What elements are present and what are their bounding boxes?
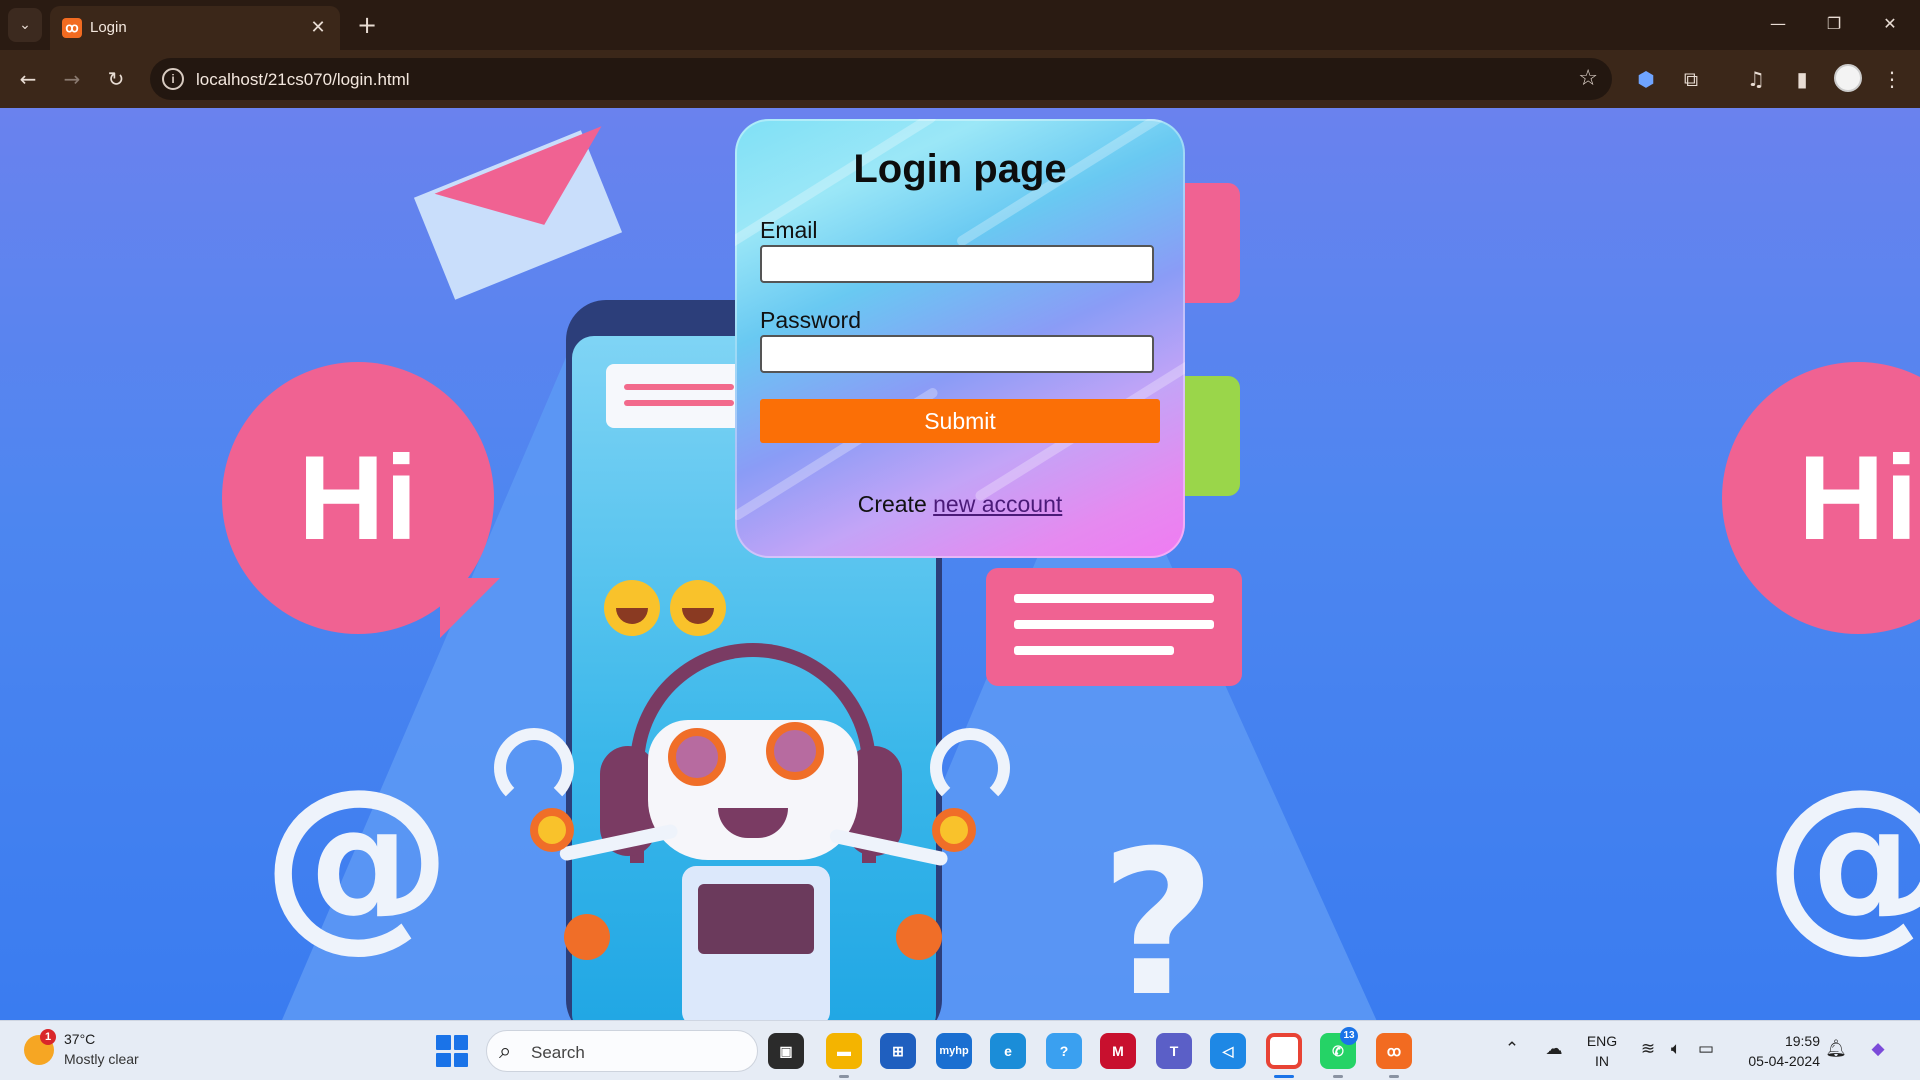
battery-icon[interactable]: ▭ [1694,1037,1718,1061]
create-account-line: Create new account [735,491,1185,518]
extensions-puzzle-icon[interactable]: ⧉ [1675,63,1707,95]
weather-temperature[interactable]: 37°C [64,1031,95,1047]
weather-badge: 1 [40,1029,56,1045]
volume-icon[interactable]: 🔈︎ [1664,1037,1688,1061]
language-indicator-top[interactable]: ENG [1580,1033,1624,1049]
hi-speech-bubble-right: Hi [1722,362,1920,634]
chat-card-message [986,568,1242,686]
xampp-icon[interactable]: ꝏ [1376,1033,1412,1069]
password-label: Password [760,307,861,333]
robot-claw-right [930,728,1010,808]
bookmark-star-icon[interactable]: ☆ [1578,66,1598,91]
microsoft-store-icon[interactable]: ⊞ [880,1033,916,1069]
robot-eye-left [668,728,726,786]
extension-shield-icon[interactable]: ⬢ [1630,63,1662,95]
copilot-app-icon[interactable]: ? [1046,1033,1082,1069]
address-bar[interactable]: i localhost/21cs070/login.html ☆ [150,58,1612,100]
app-running-indicator [1389,1075,1399,1078]
back-icon[interactable]: ← [12,63,44,95]
app-running-indicator [839,1075,849,1078]
email-field[interactable] [760,245,1154,283]
profile-avatar[interactable] [1834,64,1862,92]
message-line [624,400,734,406]
more-menu-icon[interactable]: ⋮ [1876,63,1908,95]
browser-tab-strip: ⌄ ꝏ Login ✕ + — ❐ ✕ [0,0,1920,50]
robot-joint [564,914,610,960]
login-card: Login page Email Password Submit Create … [735,119,1185,558]
search-icon: ⌕ [499,1039,512,1064]
close-icon[interactable]: ✕ [306,16,330,40]
window-close-icon[interactable]: ✕ [1868,8,1912,40]
restore-icon[interactable]: ❐ [1812,8,1856,40]
browser-toolbar: ← → ↻ i localhost/21cs070/login.html ☆ ⬢… [0,50,1920,108]
windows-logo-pane [436,1035,451,1050]
language-indicator-bottom[interactable]: IN [1580,1053,1624,1069]
weather-condition[interactable]: Mostly clear [64,1051,139,1067]
onedrive-cloud-icon[interactable]: ☁ [1542,1037,1566,1061]
windows-logo-pane [436,1052,451,1067]
tab-search-button[interactable]: ⌄ [8,8,42,42]
submit-button[interactable]: Submit [760,399,1160,443]
robot-eye-right [766,722,824,780]
copilot-icon[interactable]: ◆ [1866,1037,1890,1061]
windows-logo-pane [453,1035,468,1050]
message-line [1014,646,1174,655]
at-symbol-icon-right: @ [1764,748,1920,969]
search-placeholder: Search [531,1043,585,1062]
whatsapp-badge: 13 [1340,1027,1358,1045]
myhp-icon[interactable]: myhp [936,1033,972,1069]
robot-chest-panel [698,884,814,954]
chevron-up-icon[interactable]: ⌃ [1500,1037,1524,1061]
robot-shoulder-joint [530,808,574,852]
phone-message-card [606,364,746,428]
wifi-icon[interactable]: ≋ [1636,1037,1660,1061]
robot-shoulder-joint [932,808,976,852]
forward-icon[interactable]: → [56,63,88,95]
chevron-down-icon: ⌄ [19,17,31,33]
at-symbol-icon: @ [262,748,452,969]
vscode-icon[interactable]: ◁ [1210,1033,1246,1069]
laughing-emoji-icon [604,580,660,636]
side-panel-icon[interactable]: ▮ [1786,63,1818,95]
start-button[interactable] [436,1035,468,1067]
robot-joint [896,914,942,960]
question-mark-icon: ? [1100,808,1217,1020]
site-info-icon[interactable]: i [162,68,184,90]
chrome-icon[interactable] [1266,1033,1302,1069]
page-title: Login page [853,147,1067,191]
message-line [1014,594,1214,603]
robot-claw-left [494,728,574,808]
tab-title: Login [90,19,127,36]
task-view-icon[interactable]: ▣ [768,1033,804,1069]
teams-icon[interactable]: T [1156,1033,1192,1069]
message-line [1014,620,1214,629]
clock-date[interactable]: 05-04-2024 [1730,1053,1820,1069]
new-account-link[interactable]: new account [933,491,1062,517]
password-field[interactable] [760,335,1154,373]
browser-tab-login[interactable]: ꝏ Login ✕ [50,6,340,50]
hi-bubble-tail [440,578,500,638]
email-label: Email [760,217,818,243]
file-explorer-icon[interactable]: ▬ [826,1033,862,1069]
app-running-indicator [1333,1075,1343,1078]
notification-bell-icon[interactable]: 🔔︎ [1824,1037,1848,1061]
url-text[interactable]: localhost/21cs070/login.html [196,70,410,90]
create-prefix-text: Create [857,491,927,517]
taskbar-search-box[interactable]: ⌕ Search [486,1030,758,1072]
windows-logo-pane [453,1052,468,1067]
media-controls-icon[interactable]: ♫ [1740,63,1772,95]
xampp-icon: ꝏ [62,18,82,38]
app-active-indicator [1274,1075,1294,1078]
windows-taskbar: 1 37°C Mostly clear ⌕ Search ▣ ▬ ⊞ myhp … [0,1020,1920,1080]
laughing-emoji-icon [670,580,726,636]
edge-icon[interactable]: e [990,1033,1026,1069]
message-line [624,384,734,390]
page-viewport: Hi Hi @ @ ? Login page Ema [0,108,1920,1020]
minimize-icon[interactable]: — [1756,8,1800,40]
mcafee-icon[interactable]: M [1100,1033,1136,1069]
reload-icon[interactable]: ↻ [100,63,132,95]
clock-time[interactable]: 19:59 [1730,1033,1820,1049]
new-tab-button[interactable]: + [352,10,382,40]
